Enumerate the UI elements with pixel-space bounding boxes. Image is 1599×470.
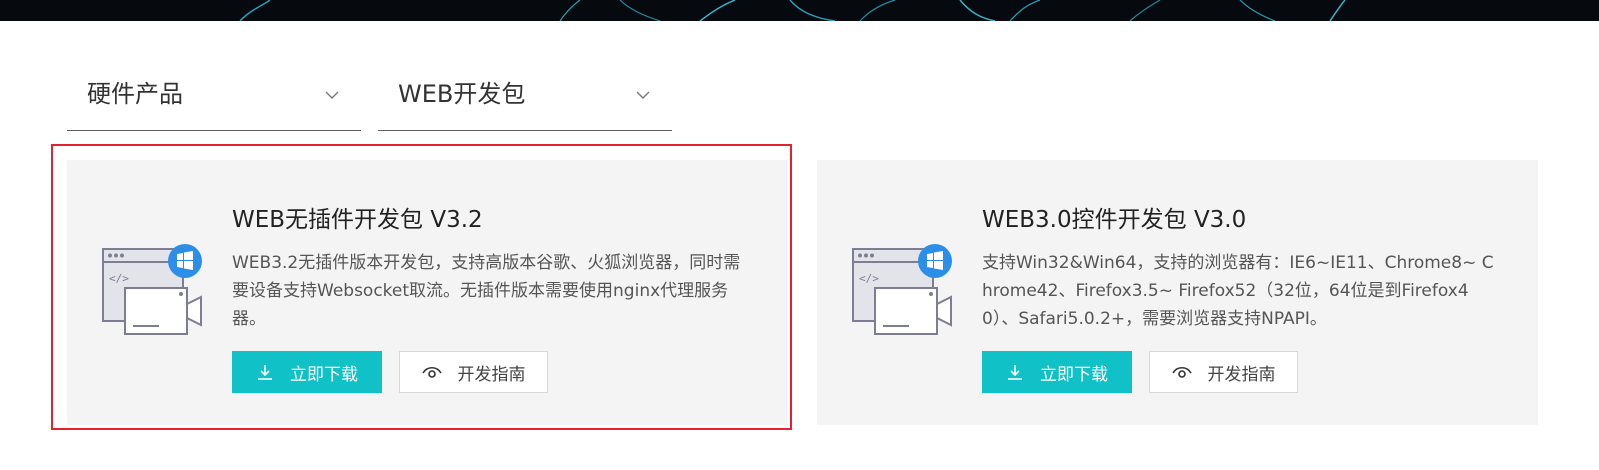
download-icon	[1006, 363, 1024, 381]
card-title: WEB3.0控件开发包 V3.0	[982, 207, 1247, 233]
card-description: WEB3.2无插件版本开发包，支持高版本谷歌、火狐浏览器，同时需要设备支持Web…	[232, 253, 741, 329]
top-banner	[0, 0, 1599, 21]
product-select-value: 硬件产品	[87, 80, 183, 108]
svg-text:</>: </>	[109, 272, 129, 285]
category-select[interactable]: WEB开发包	[378, 58, 672, 131]
category-select-value: WEB开发包	[398, 80, 526, 108]
download-icon	[256, 363, 274, 381]
dev-guide-button-label: 开发指南	[1207, 364, 1276, 385]
card-title: WEB无插件开发包 V3.2	[232, 207, 483, 233]
download-button[interactable]: 立即下载	[982, 351, 1132, 393]
web-video-windows-icon: </>	[101, 242, 205, 342]
dev-guide-button[interactable]: 开发指南	[1149, 351, 1298, 393]
sdk-card-web-no-plugin: </> WEB无插件开发包 V3.2 WEB3.2无插件版本开发包，支持高版本谷…	[67, 160, 788, 425]
download-button-label: 立即下载	[290, 364, 358, 385]
banner-decoration	[239, 0, 1346, 21]
download-button-label: 立即下载	[1040, 364, 1108, 385]
chevron-down-icon	[325, 84, 339, 103]
dev-guide-button[interactable]: 开发指南	[399, 351, 548, 393]
eye-icon	[421, 365, 442, 379]
download-button[interactable]: 立即下载	[232, 351, 382, 393]
dev-guide-button-label: 开发指南	[457, 364, 526, 385]
product-select[interactable]: 硬件产品	[67, 58, 361, 131]
eye-icon	[1171, 365, 1192, 379]
chevron-down-icon	[636, 84, 650, 103]
web-video-windows-icon: </>	[851, 242, 955, 342]
svg-text:</>: </>	[859, 272, 879, 285]
card-description: 支持Win32&Win64，支持的浏览器有：IE6~IE11、Chrome8~ …	[982, 253, 1494, 329]
sdk-card-web-activex: </> WEB3.0控件开发包 V3.0 支持Win32&Win64，支持的浏览…	[817, 160, 1538, 425]
